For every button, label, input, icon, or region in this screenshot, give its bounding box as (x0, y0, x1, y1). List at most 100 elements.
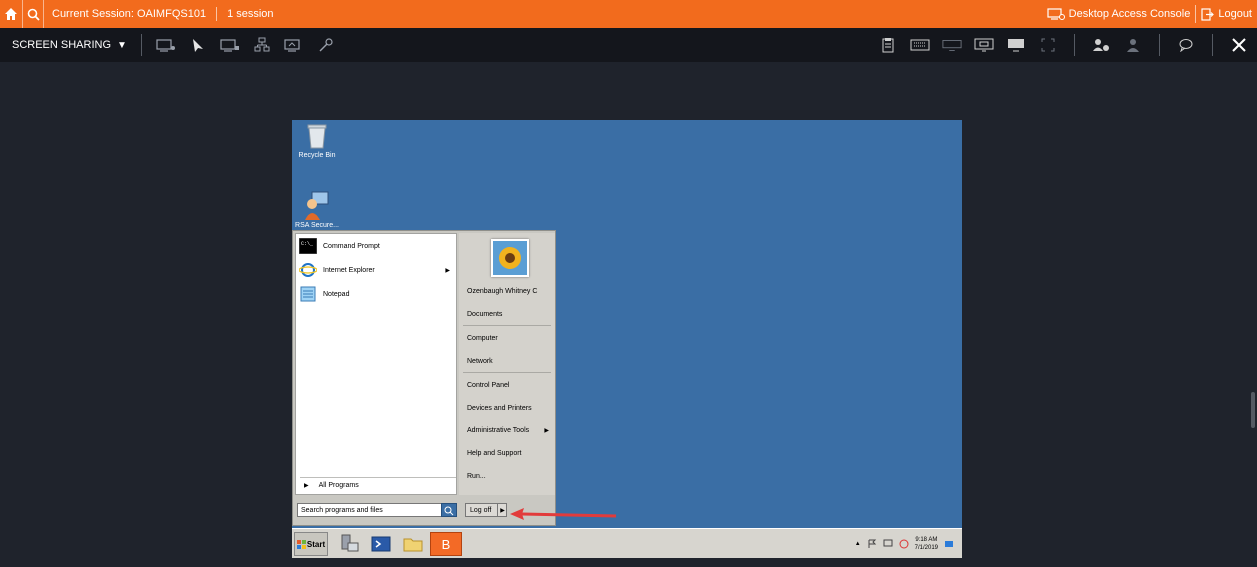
monitor-icon (1047, 8, 1065, 20)
flag-icon[interactable] (867, 539, 877, 549)
menu-item-control-panel[interactable]: Control Panel (467, 377, 549, 393)
start-menu: C:\_ Command Prompt Internet Explorer ▶ … (292, 230, 556, 526)
remote-desktop[interactable]: Recycle Bin RSA Secure... C:\_ Command P… (292, 120, 962, 558)
fit-to-screen-icon[interactable] (974, 35, 994, 55)
clock[interactable]: 9:18 AM 7/1/2019 (915, 536, 938, 552)
recycle-bin-desktop-icon[interactable]: Recycle Bin (292, 122, 342, 159)
show-hidden-icons-icon[interactable]: ▲ (855, 541, 861, 547)
user-avatar[interactable] (491, 239, 529, 277)
arrow-right-icon: ▶ (500, 507, 505, 514)
powershell-icon[interactable] (370, 533, 392, 555)
home-icon[interactable] (0, 0, 22, 28)
menu-item-network[interactable]: Network (467, 353, 549, 369)
menu-item-label: Control Panel (467, 381, 510, 389)
logout-button[interactable]: Logout (1196, 0, 1257, 28)
magnifier-icon (444, 506, 454, 516)
folder-icon[interactable] (402, 533, 424, 555)
desktop-access-console-button[interactable]: Desktop Access Console (1042, 0, 1196, 28)
search-icon[interactable] (22, 0, 44, 28)
shutdown-options-arrow[interactable]: ▶ (497, 503, 507, 517)
monitor-resize-icon[interactable] (942, 35, 962, 55)
divider (1074, 34, 1075, 56)
menu-item-label: Computer (467, 334, 498, 342)
svg-text:C:\_: C:\_ (301, 241, 314, 247)
screen-sharing-dropdown[interactable]: SCREEN SHARING ▼ (12, 39, 127, 51)
annotation-arrow (510, 508, 617, 520)
menu-item-devices-and-printers[interactable]: Devices and Printers (467, 400, 549, 416)
menu-item-label: Administrative Tools (467, 426, 530, 434)
log-off-label: Log off (470, 506, 492, 514)
user-icon[interactable] (1123, 35, 1143, 55)
rsa-shortcut-desktop-icon[interactable]: RSA Secure... (292, 190, 342, 229)
taskbar: Start B ▲ 9:18 AM 7/1/2019 (292, 528, 962, 558)
logout-label: Logout (1218, 8, 1252, 20)
toolbar-icons-right (878, 28, 1249, 62)
close-icon[interactable] (1229, 35, 1249, 55)
program-internet-explorer[interactable]: Internet Explorer ▶ (296, 258, 456, 282)
menu-item-label: Help and Support (467, 449, 522, 457)
toolbar-icons-left (156, 35, 336, 55)
menu-item-run[interactable]: Run... (467, 468, 549, 484)
current-session-label[interactable]: Current Session: OAIMFQS101 (52, 8, 206, 20)
command-prompt-icon: C:\_ (299, 238, 317, 254)
chat-icon[interactable] (1176, 35, 1196, 55)
clipboard-icon[interactable] (878, 35, 898, 55)
volume-muted-icon[interactable] (899, 539, 909, 549)
menu-item-computer[interactable]: Computer (467, 330, 549, 346)
clock-date: 7/1/2019 (914, 545, 938, 551)
menu-item-administrative-tools[interactable]: Administrative Tools ▶ (467, 422, 549, 438)
display-icon[interactable] (1006, 35, 1026, 55)
search-programs-input[interactable]: Search programs and files (297, 503, 457, 517)
start-menu-programs: C:\_ Command Prompt Internet Explorer ▶ … (295, 233, 457, 495)
recycle-bin-label: Recycle Bin (298, 152, 336, 159)
show-desktop-icon[interactable] (944, 539, 954, 549)
remote-monitor-icon[interactable] (156, 35, 176, 55)
keyboard-icon[interactable] (910, 35, 930, 55)
search-button[interactable] (441, 503, 457, 517)
menu-item-label: Network (467, 357, 493, 365)
mouse-pointer-icon[interactable] (188, 35, 208, 55)
menu-item-label: Documents (467, 310, 503, 318)
server-manager-icon[interactable] (338, 533, 360, 555)
fullscreen-icon[interactable] (1038, 35, 1058, 55)
menu-item-documents[interactable]: Documents (467, 306, 549, 322)
program-command-prompt[interactable]: C:\_ Command Prompt (296, 234, 456, 258)
internet-explorer-icon (299, 263, 317, 277)
share-monitor-icon[interactable] (220, 35, 240, 55)
search-placeholder: Search programs and files (301, 506, 383, 514)
network-tray-icon[interactable] (883, 539, 893, 549)
program-label: Notepad (323, 290, 350, 298)
windows-flag-icon (296, 539, 306, 549)
user-name-label: Ozenbaugh Whitney C (467, 287, 538, 295)
rsa-shortcut-label: RSA Secure... (295, 222, 339, 229)
divider (216, 7, 218, 21)
screenshot-monitor-icon[interactable] (284, 35, 304, 55)
clock-time: 9:18 AM (915, 537, 938, 543)
divider (463, 325, 551, 326)
divider (140, 34, 142, 56)
start-button[interactable]: Start (294, 532, 328, 556)
menu-item-help-and-support[interactable]: Help and Support (467, 445, 549, 461)
flower-icon (493, 241, 527, 275)
menu-item-label: Run... (467, 472, 486, 480)
program-label: Command Prompt (323, 242, 380, 250)
start-label: Start (306, 539, 326, 549)
key-icon[interactable] (316, 35, 336, 55)
top-bar-right: Desktop Access Console Logout (1042, 0, 1257, 28)
recycle-bin-icon (307, 124, 327, 149)
network-icon[interactable] (252, 35, 272, 55)
divider (1212, 34, 1213, 56)
session-count[interactable]: 1 session (227, 8, 273, 20)
user-name-link[interactable]: Ozenbaugh Whitney C (467, 283, 549, 299)
submenu-arrow-icon: ▶ (544, 427, 549, 434)
bomgar-app-button[interactable]: B (430, 532, 462, 556)
notepad-icon (300, 286, 316, 302)
all-programs-button[interactable]: ▶ All Programs (300, 477, 456, 493)
user-computer-icon (305, 191, 329, 220)
start-menu-right-panel: Ozenbaugh Whitney C Documents Computer N… (459, 233, 555, 495)
program-notepad[interactable]: Notepad (296, 282, 456, 306)
users-icon[interactable] (1091, 35, 1111, 55)
submenu-arrow-icon: ▶ (445, 267, 450, 274)
side-scroll-handle[interactable] (1251, 392, 1255, 428)
logout-icon (1201, 7, 1215, 21)
